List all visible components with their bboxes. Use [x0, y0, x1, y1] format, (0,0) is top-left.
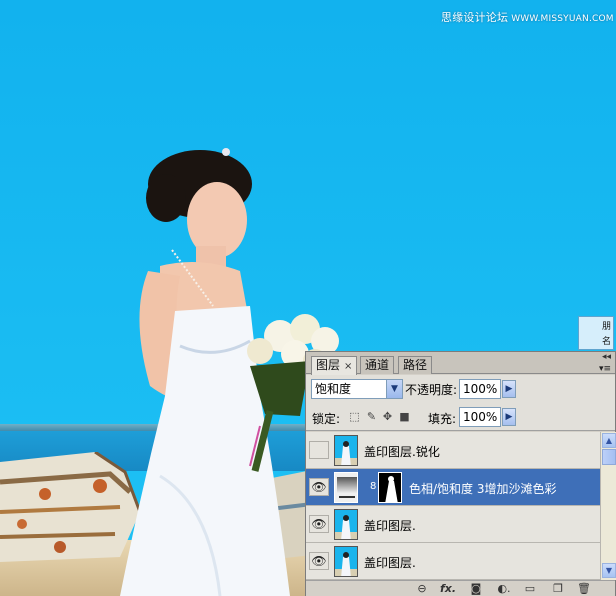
blend-opacity-row: 饱和度 ▼ 不透明度: 100% ▶: [306, 375, 615, 403]
tab-channels[interactable]: 通道: [360, 356, 395, 374]
opacity-input[interactable]: 100%: [459, 379, 501, 399]
layer-row[interactable]: 👁 盖印图层.: [306, 543, 600, 580]
chevron-down-icon[interactable]: ▼: [386, 380, 402, 398]
panel-menu-icon[interactable]: ▾≡: [599, 364, 611, 374]
layer-thumbnail: [334, 546, 358, 577]
chain-link-icon[interactable]: 8: [370, 481, 376, 492]
watermark-url: WWW.MISSYUAN.COM: [511, 14, 614, 24]
scroll-up-button[interactable]: ▲: [602, 433, 616, 448]
eye-icon[interactable]: 👁: [309, 478, 329, 496]
layer-name: 盖印图层.: [364, 556, 416, 570]
layer-mask-thumbnail[interactable]: [378, 472, 402, 503]
layer-thumbnail: [334, 435, 358, 466]
link-icon[interactable]: ⊖: [414, 582, 430, 596]
trash-icon[interactable]: 🗑: [576, 582, 592, 596]
fill-label: 填充:: [428, 412, 457, 426]
lock-position-icon[interactable]: ✥: [382, 411, 393, 422]
watermark-text: 思缘设计论坛: [441, 11, 509, 24]
layers-scrollbar[interactable]: ▲ ▼: [600, 432, 616, 580]
eye-icon[interactable]: 👁: [309, 552, 329, 570]
tab-layers-label: 图层: [316, 358, 341, 372]
adjustment-thumbnail: [334, 472, 358, 503]
lock-transparency-icon[interactable]: ⬚: [349, 411, 360, 422]
watermark: 思缘设计论坛 WWW.MISSYUAN.COM: [441, 9, 614, 25]
lock-label: 锁定:: [312, 412, 341, 426]
layer-row-selected[interactable]: 👁 8 色相/饱和度 3增加沙滩色彩: [306, 469, 600, 506]
lock-pixels-icon[interactable]: ✎: [366, 411, 377, 422]
fx-icon[interactable]: fx.: [440, 582, 456, 596]
eye-icon[interactable]: 👁: [309, 515, 329, 533]
opacity-slider-button[interactable]: ▶: [502, 380, 516, 398]
new-layer-icon[interactable]: ❐: [550, 582, 566, 596]
tab-channels-label: 通道: [365, 358, 390, 372]
tab-layers[interactable]: 图层 ×: [311, 356, 358, 375]
layer-name: 盖印图层.: [364, 519, 416, 533]
layer-name: 色相/饱和度 3增加沙滩色彩: [409, 482, 557, 496]
layers-list: 盖印图层.锐化 👁 8 色相/饱和度 3增加沙滩色彩 👁 盖印图层. 👁 盖印图…: [306, 432, 600, 580]
lock-fill-row: 锁定: ⬚ ✎ ✥ ■ 填充: 100% ▶: [306, 403, 615, 431]
layer-row[interactable]: 盖印图层.锐化: [306, 432, 600, 469]
opacity-label: 不透明度:: [405, 383, 458, 397]
layer-name: 盖印图层.锐化: [364, 445, 440, 459]
mini-panel-fragment: 朋 名: [578, 316, 614, 350]
blend-mode-select[interactable]: 饱和度 ▼: [311, 379, 403, 399]
mask-icon[interactable]: ◙: [468, 582, 484, 596]
mini-panel-char-2: 名: [601, 337, 611, 347]
layer-thumbnail: [334, 509, 358, 540]
blend-mode-value: 饱和度: [315, 382, 352, 396]
panel-footer: ⊖ fx. ◙ ◐. ▭ ❐ 🗑: [306, 580, 615, 596]
layer-row[interactable]: 👁 盖印图层.: [306, 506, 600, 543]
visibility-toggle-empty[interactable]: [309, 441, 329, 459]
fill-input[interactable]: 100%: [459, 407, 501, 427]
panel-tabbar: 图层 × 通道 路径 ◂◂ ▾≡: [306, 352, 615, 375]
lock-all-icon[interactable]: ■: [399, 411, 410, 422]
collapse-icon[interactable]: ◂◂: [602, 353, 611, 362]
tab-paths[interactable]: 路径: [398, 356, 433, 374]
scrollbar-thumb[interactable]: [602, 449, 616, 465]
fill-slider-button[interactable]: ▶: [502, 408, 516, 426]
folder-icon[interactable]: ▭: [522, 582, 538, 596]
scroll-down-button[interactable]: ▼: [602, 563, 616, 578]
tab-paths-label: 路径: [403, 358, 428, 372]
adjustment-icon[interactable]: ◐.: [496, 582, 512, 596]
tab-close-icon[interactable]: ×: [344, 361, 352, 372]
mini-panel-char-1: 朋: [601, 322, 611, 332]
layers-panel: 图层 × 通道 路径 ◂◂ ▾≡ 饱和度 ▼ 不透明度: 100% ▶ 锁定: ⬚…: [305, 351, 616, 596]
